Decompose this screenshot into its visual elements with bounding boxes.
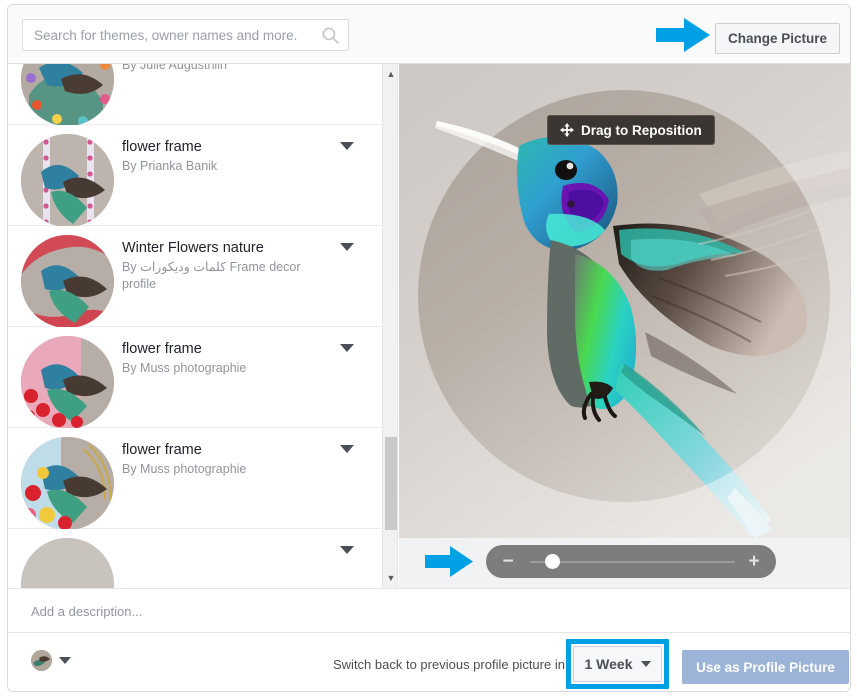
frame-thumbnail [21,336,114,429]
list-item[interactable] [8,529,385,588]
duration-select[interactable]: 1 Week [573,646,662,682]
frame-author: By Muss photographie [122,462,247,476]
frame-title: Winter Flowers nature [122,240,264,256]
chevron-down-icon[interactable] [340,142,354,150]
list-item[interactable]: flower frame By Muss photographie [8,428,385,530]
list-item[interactable]: Julie Augusthiin By Julie Augusthiin [8,64,385,126]
drag-to-reposition-label: Drag to Reposition [581,122,702,138]
chevron-down-icon [640,661,651,667]
zoom-out-button[interactable]: − [497,545,519,578]
chevron-down-icon[interactable] [340,344,354,352]
frame-title: flower frame [122,442,202,458]
use-as-profile-picture-button[interactable]: Use as Profile Picture [682,650,849,684]
scroll-down-arrow-icon[interactable]: ▼ [383,570,399,586]
frame-thumbnail [21,538,114,588]
frames-list[interactable]: Julie Augusthiin By Julie Augusthiin [8,64,386,588]
list-item[interactable]: flower frame By Muss photographie [8,327,385,429]
zoom-slider-knob[interactable] [545,554,560,569]
frame-thumbnail [21,235,114,328]
list-item[interactable]: Winter Flowers nature By كلمات وديكورات … [8,226,385,328]
dialog-container: Change Picture [7,4,851,692]
search-icon [322,27,339,44]
description-row [8,588,850,633]
list-scrollbar[interactable]: ▲ ▼ [382,64,398,588]
zoom-control-row: − + [399,538,850,588]
frame-thumbnail [21,134,114,227]
chevron-down-icon[interactable] [59,657,71,664]
profile-picture-dialog: Change Picture [0,0,857,697]
blue-right-arrow-icon [656,18,710,52]
zoom-slider[interactable]: − + [486,545,776,578]
zoom-slider-track[interactable] [530,561,735,563]
frame-title: flower frame [122,341,202,357]
chevron-down-icon[interactable] [340,546,354,554]
drag-to-reposition-button[interactable]: Drag to Reposition [547,115,715,145]
chevron-down-icon[interactable] [340,445,354,453]
frame-author: By Prianka Banik [122,159,218,173]
profile-avatar-icon [31,650,52,671]
zoom-in-button[interactable]: + [743,545,765,578]
search-box[interactable] [22,19,349,51]
dialog-header: Change Picture [8,5,850,64]
list-item[interactable]: flower frame By Prianka Banik [8,125,385,227]
blue-right-arrow-icon [425,546,473,577]
change-picture-button[interactable]: Change Picture [715,23,840,54]
duration-value: 1 Week [584,656,633,672]
frame-author: By كلمات وديكورات Frame decor profile [122,260,301,291]
frames-list-inner: Julie Augusthiin By Julie Augusthiin [8,64,385,588]
move-crosshair-icon [560,123,574,137]
switch-back-label: Switch back to previous profile picture … [333,657,565,672]
scroll-up-arrow-icon[interactable]: ▲ [383,66,399,82]
picture-preview-pane[interactable]: Drag to Reposition − + [399,64,850,588]
chevron-down-icon[interactable] [340,243,354,251]
frame-thumbnail [21,437,114,530]
frame-author: By Julie Augusthiin [122,64,227,72]
frame-title: flower frame [122,139,202,155]
description-input[interactable] [29,599,629,623]
audience-selector[interactable] [31,650,71,671]
frame-author: By Muss photographie [122,361,247,375]
scrollbar-thumb[interactable] [385,437,397,530]
search-input[interactable] [32,20,312,50]
frame-thumbnail [21,64,114,126]
